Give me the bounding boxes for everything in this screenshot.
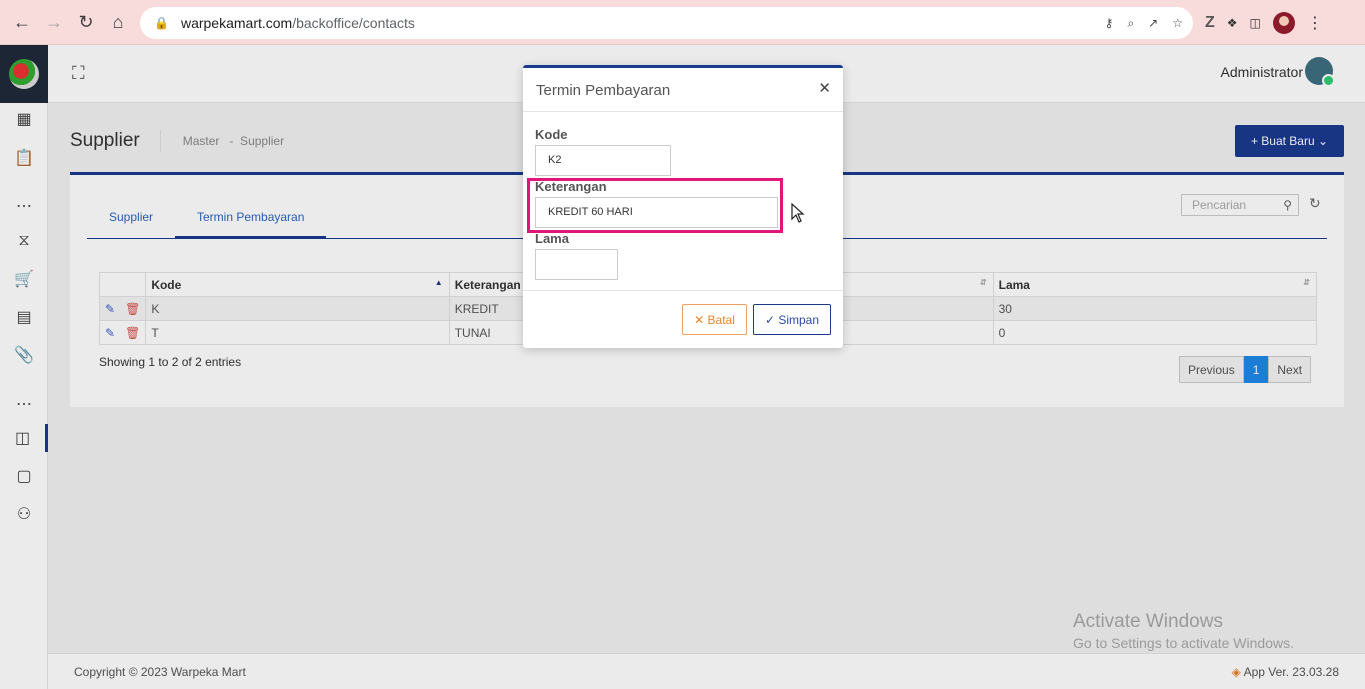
lock-icon: 🔒 xyxy=(154,16,169,30)
cancel-button[interactable]: ✕ Batal xyxy=(682,304,747,335)
watermark-line-2: Go to Settings to activate Windows. xyxy=(1073,635,1294,651)
extension-z-icon[interactable]: Z xyxy=(1205,14,1215,32)
star-icon[interactable]: ☆ xyxy=(1172,16,1183,30)
forward-arrow-icon[interactable]: → xyxy=(38,6,70,38)
close-icon[interactable]: ✕ xyxy=(818,79,831,97)
mouse-cursor-icon xyxy=(791,203,805,223)
kode-label: Kode xyxy=(535,127,568,142)
windows-activation-watermark: Activate Windows Go to Settings to activ… xyxy=(1073,611,1294,651)
modal-header-divider xyxy=(523,111,843,112)
address-bar[interactable]: 🔒 warpekamart.com/backoffice/contacts ⚷ … xyxy=(140,7,1193,39)
keterangan-label: Keterangan xyxy=(535,179,607,194)
back-arrow-icon[interactable]: ← xyxy=(6,6,38,38)
puzzle-icon[interactable]: ❖ xyxy=(1227,16,1238,30)
save-button[interactable]: ✓ Simpan xyxy=(753,304,831,335)
home-icon[interactable]: ⌂ xyxy=(102,6,134,38)
key-icon[interactable]: ⚷ xyxy=(1105,16,1114,30)
share-icon[interactable]: ↗ xyxy=(1148,16,1158,30)
reload-icon[interactable]: ↻ xyxy=(70,6,102,38)
zoom-icon[interactable]: ⌕ xyxy=(1127,16,1134,31)
lama-input[interactable] xyxy=(535,249,618,280)
menu-dots-icon[interactable]: ⋮ xyxy=(1307,13,1323,33)
watermark-line-1: Activate Windows xyxy=(1073,611,1223,632)
side-panel-icon[interactable]: ◫ xyxy=(1250,16,1261,30)
kode-input[interactable]: K2 xyxy=(535,145,671,176)
modal-title: Termin Pembayaran xyxy=(536,82,671,99)
browser-toolbar: ← → ↻ ⌂ 🔒 warpekamart.com/backoffice/con… xyxy=(0,0,1365,45)
profile-avatar[interactable] xyxy=(1272,12,1295,34)
modal-footer-divider xyxy=(523,290,843,291)
url-text: warpekamart.com/backoffice/contacts xyxy=(180,15,415,31)
lama-label: Lama xyxy=(535,231,569,246)
keterangan-input[interactable]: KREDIT 60 HARI xyxy=(535,197,778,228)
